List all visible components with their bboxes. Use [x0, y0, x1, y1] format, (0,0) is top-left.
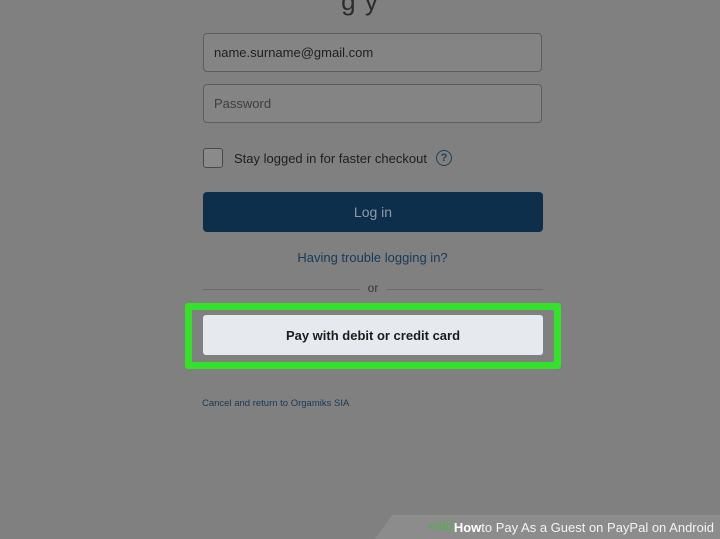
watermark-how: How: [453, 519, 482, 535]
email-value: name.surname@gmail.com: [214, 45, 374, 60]
divider-line-right: [386, 288, 544, 290]
pay-with-card-button[interactable]: Pay with debit or credit card: [203, 315, 543, 355]
page-heading: g y: [341, 0, 379, 16]
cancel-and-return-link[interactable]: Cancel and return to Orgamiks SIA: [202, 398, 349, 409]
or-divider: or: [203, 281, 544, 295]
stay-logged-in-checkbox[interactable]: [203, 148, 223, 168]
watermark-title: to Pay As a Guest on PayPal on Android: [481, 519, 714, 535]
login-button[interactable]: Log in: [203, 192, 543, 232]
divider-text: or: [367, 281, 379, 295]
email-field[interactable]: name.surname@gmail.com: [203, 33, 542, 72]
watermark-brand: wiki: [428, 519, 454, 534]
wikihow-watermark: wiki How to Pay As a Guest on PayPal on A…: [375, 515, 720, 539]
divider-line-left: [203, 288, 360, 290]
question-icon[interactable]: ?: [435, 150, 452, 166]
login-screen: g y name.surname@gmail.com Stay logged i…: [0, 0, 720, 539]
password-field[interactable]: [203, 84, 542, 123]
trouble-logging-in-link[interactable]: Having trouble logging in?: [0, 250, 720, 265]
stay-logged-in-row: Stay logged in for faster checkout ?: [203, 146, 452, 170]
stay-logged-in-label: Stay logged in for faster checkout: [234, 150, 427, 166]
